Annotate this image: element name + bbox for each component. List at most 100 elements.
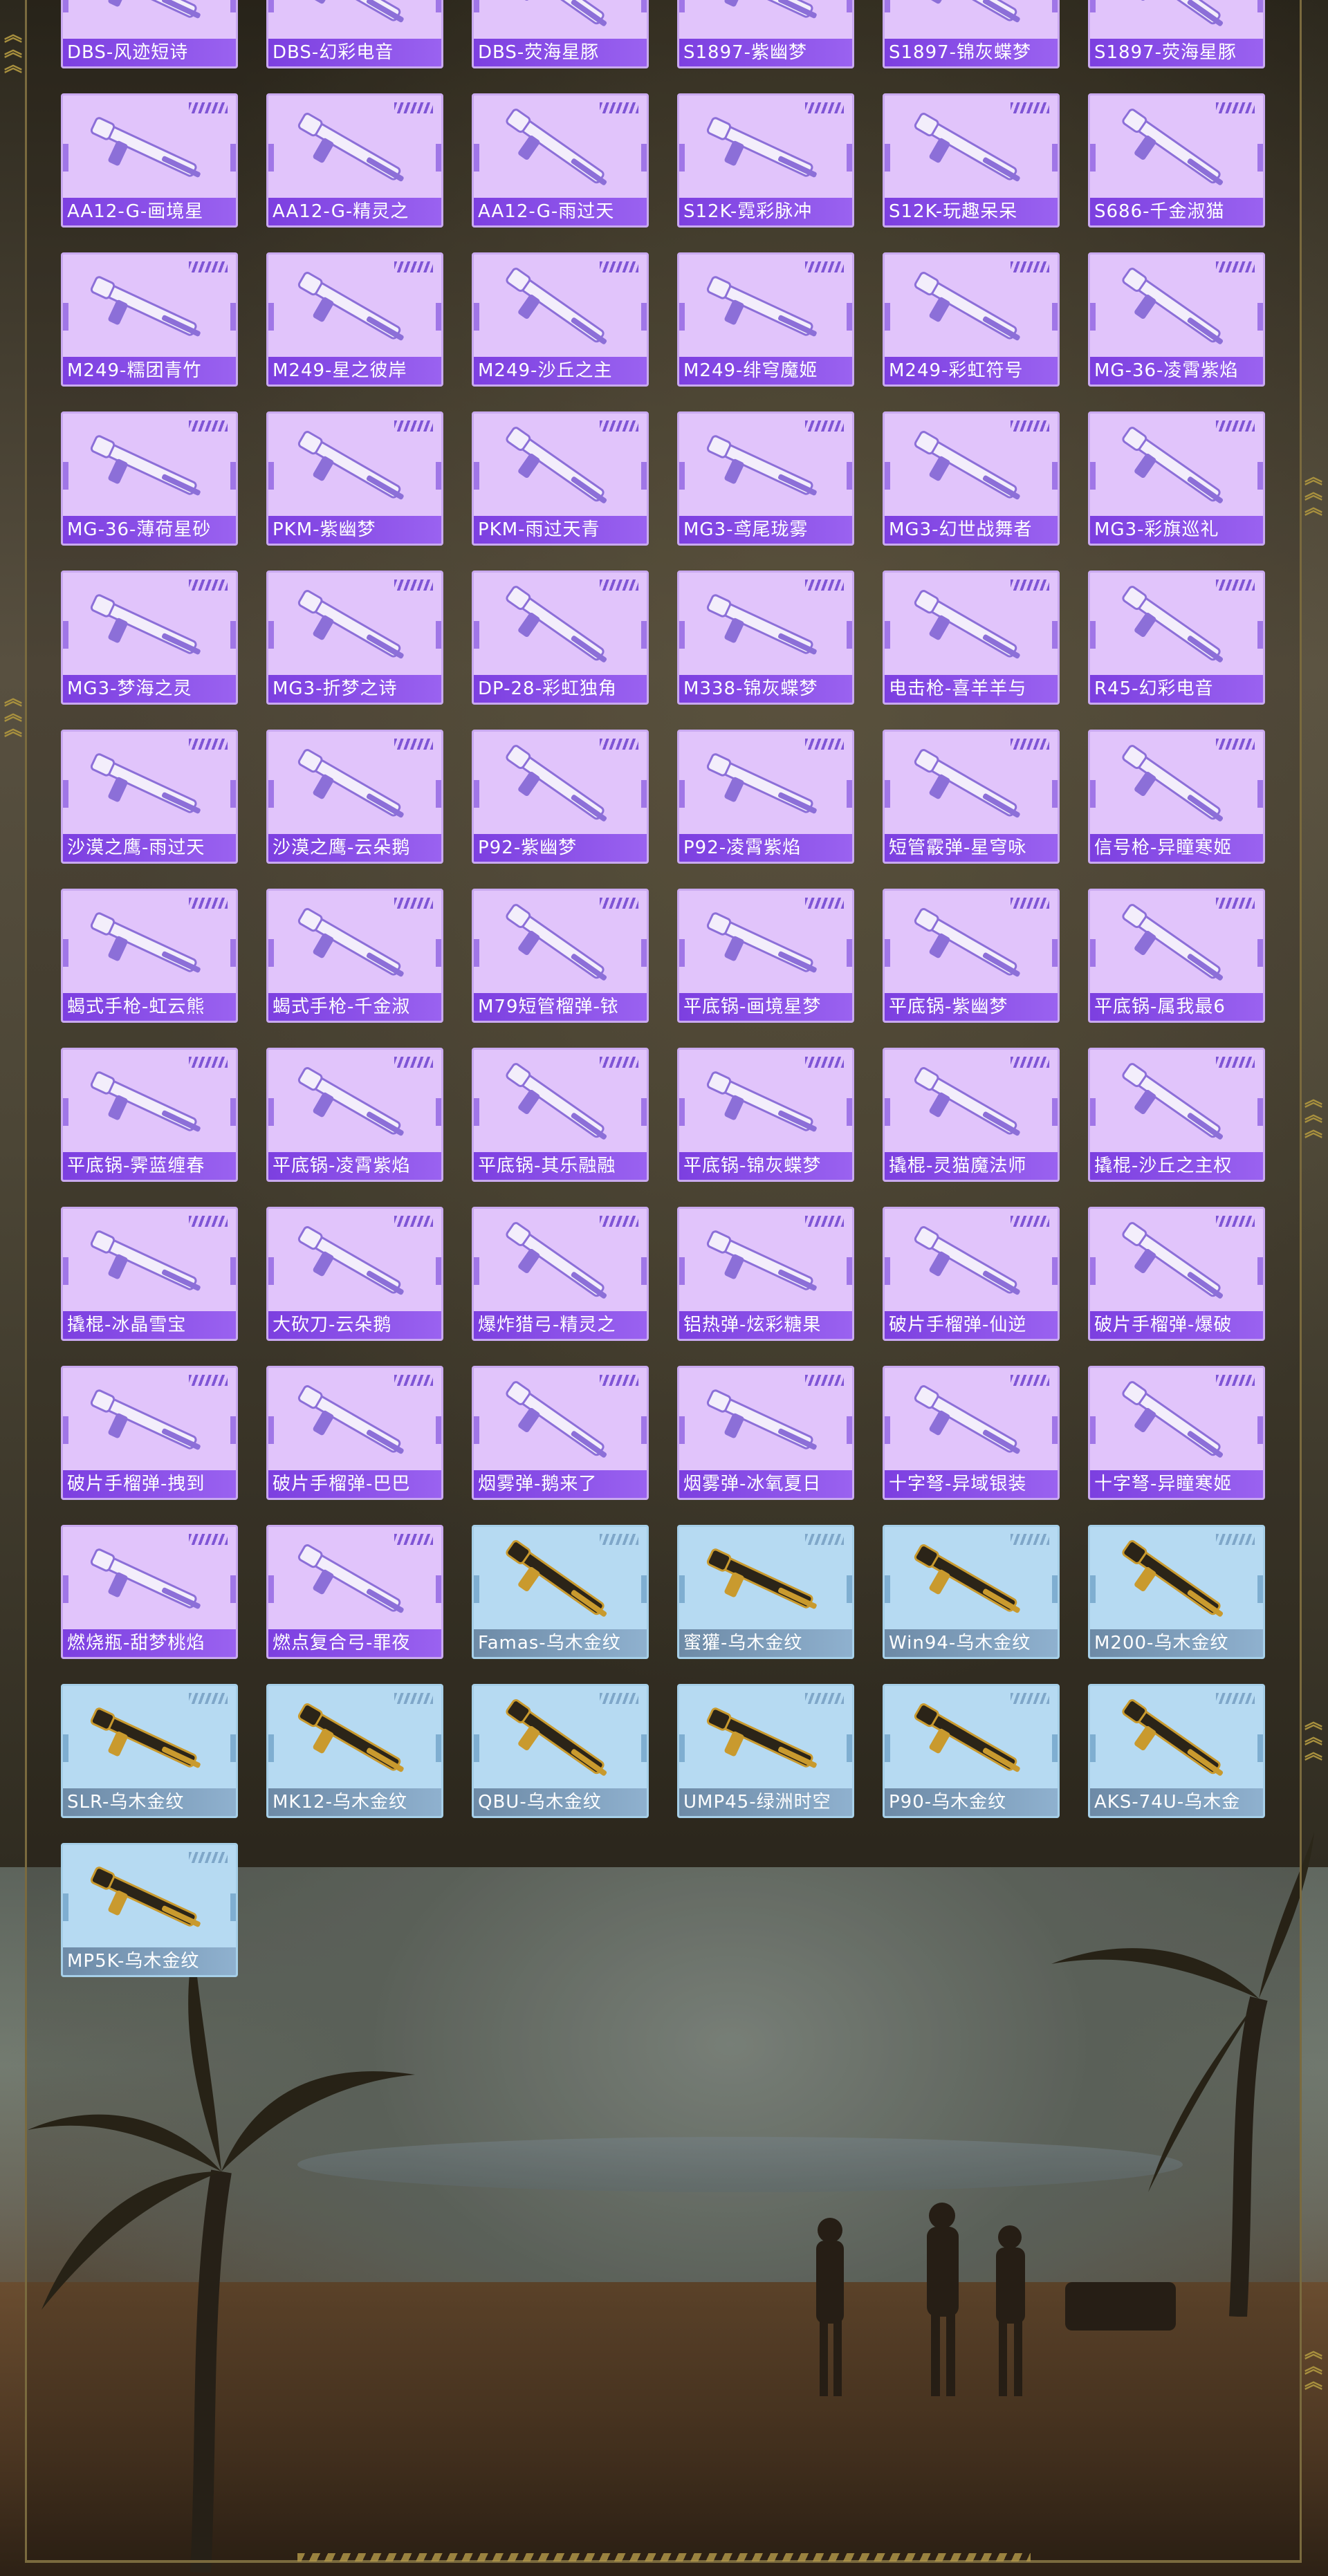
item-card[interactable]: PKM-紫幽梦 [266,411,443,546]
item-card[interactable]: 蝎式手枪-虹云熊 [61,889,238,1023]
item-card[interactable]: 蜜獾-乌木金纹 [677,1525,854,1659]
item-card[interactable]: QBU-乌木金纹 [472,1684,649,1818]
card-side-tab [63,0,68,12]
item-card[interactable]: 撬棍-灵猫魔法师 [883,1048,1060,1182]
item-card[interactable]: UMP45-绿洲时空 [677,1684,854,1818]
card-side-tab [268,462,274,490]
item-card[interactable]: AKS-74U-乌木金 [1088,1684,1265,1818]
item-name-label: 蜜獾-乌木金纹 [679,1629,852,1657]
card-side-tab [1090,1575,1096,1603]
weapon-icon [506,745,607,822]
item-card[interactable]: 破片手榴弹-拽到 [61,1366,238,1500]
item-card[interactable]: MP5K-乌木金纹 [61,1843,238,1977]
item-card[interactable]: 铝热弹-炫彩糖果 [677,1207,854,1341]
item-card[interactable]: 烟雾弹-鹅来了 [472,1366,649,1500]
item-card[interactable]: 短管霰弹-星穹咏 [883,730,1060,864]
item-card[interactable]: P92-紫幽梦 [472,730,649,864]
item-card[interactable]: 沙漠之鹰-雨过天 [61,730,238,864]
item-card[interactable]: 平底锅-锦灰蝶梦 [677,1048,854,1182]
item-card[interactable]: P90-乌木金纹 [883,1684,1060,1818]
item-card[interactable]: M249-星之彼岸 [266,252,443,387]
item-card[interactable]: AA12-G-画境星 [61,93,238,228]
card-side-tab [230,621,236,649]
item-card[interactable]: 蝎式手枪-千金淑 [266,889,443,1023]
item-card[interactable]: Famas-乌木金纹 [472,1525,649,1659]
card-side-tab [1257,939,1263,967]
item-card[interactable]: MG3-鸢尾珑雾 [677,411,854,546]
card-side-tab [474,144,479,172]
card-side-tab [474,1416,479,1444]
item-card[interactable]: MG3-幻世战舞者 [883,411,1060,546]
item-name-label: 平底锅-锦灰蝶梦 [679,1152,852,1180]
item-name-label: P92-凌霄紫焰 [679,834,852,862]
weapon-icon [706,1230,817,1291]
item-card[interactable]: 十字弩-异域银装 [883,1366,1060,1500]
item-card[interactable]: M249-绯穹魔姬 [677,252,854,387]
item-card[interactable]: S12K-霓彩脉冲 [677,93,854,228]
item-name-label: Win94-乌木金纹 [885,1629,1058,1657]
item-card[interactable]: 平底锅-霁蓝缠春 [61,1048,238,1182]
item-card[interactable]: Win94-乌木金纹 [883,1525,1060,1659]
item-card[interactable]: 沙漠之鹰-云朵鹅 [266,730,443,864]
item-card[interactable]: 电击枪-喜羊羊与 [883,571,1060,705]
item-card[interactable]: P92-凌霄紫焰 [677,730,854,864]
item-card[interactable]: M249-沙丘之主 [472,252,649,387]
card-side-tab [641,303,647,331]
item-card[interactable]: AA12-G-雨过天 [472,93,649,228]
item-card[interactable]: DBS-幻彩电音 [266,0,443,68]
item-card[interactable]: DBS-风迹短诗 [61,0,238,68]
card-side-tab [230,1734,236,1762]
item-card[interactable]: MG3-彩旗巡礼 [1088,411,1265,546]
item-card[interactable]: MG3-折梦之诗 [266,571,443,705]
item-card[interactable]: 破片手榴弹-爆破 [1088,1207,1265,1341]
item-card[interactable]: 平底锅-紫幽梦 [883,889,1060,1023]
item-card[interactable]: SLR-乌木金纹 [61,1684,238,1818]
item-card[interactable]: 平底锅-属我最6 [1088,889,1265,1023]
card-side-tab [679,1734,685,1762]
item-card[interactable]: 撬棍-冰晶雪宝 [61,1207,238,1341]
item-card[interactable]: M249-彩虹符号 [883,252,1060,387]
item-card[interactable]: PKM-雨过天青 [472,411,649,546]
item-card[interactable]: 燃烧瓶-甜梦桃焰 [61,1525,238,1659]
item-card[interactable]: 爆炸猎弓-精灵之 [472,1207,649,1341]
item-card[interactable]: 平底锅-画境星梦 [677,889,854,1023]
item-card[interactable]: MG-36-凌霄紫焰 [1088,252,1265,387]
item-card[interactable]: M200-乌木金纹 [1088,1525,1265,1659]
item-card[interactable]: S1897-荧海星豚 [1088,0,1265,68]
item-card[interactable]: 信号枪-异瞳寒姬 [1088,730,1265,864]
item-card[interactable]: S1897-紫幽梦 [677,0,854,68]
card-side-tab [474,1734,479,1762]
item-card[interactable]: 十字弩-异瞳寒姬 [1088,1366,1265,1500]
weapon-icon [90,753,201,814]
item-card[interactable]: DBS-荧海星豚 [472,0,649,68]
item-card[interactable]: 平底锅-其乐融融 [472,1048,649,1182]
item-card[interactable]: MG3-梦海之灵 [61,571,238,705]
item-card[interactable]: S12K-玩趣呆呆 [883,93,1060,228]
card-side-tab [641,1416,647,1444]
item-card[interactable]: DP-28-彩虹独角 [472,571,649,705]
item-card[interactable]: 撬棍-沙丘之主权 [1088,1048,1265,1182]
card-side-tab [641,0,647,12]
item-card[interactable]: 破片手榴弹-仙逆 [883,1207,1060,1341]
item-card[interactable]: S686-千金淑猫 [1088,93,1265,228]
item-card[interactable]: AA12-G-精灵之 [266,93,443,228]
item-card[interactable]: S1897-锦灰蝶梦 [883,0,1060,68]
item-card[interactable]: MG-36-薄荷星砂 [61,411,238,546]
card-side-tab [474,303,479,331]
card-side-tab [1257,780,1263,808]
item-card[interactable]: M79短管榴弹-铱 [472,889,649,1023]
item-card[interactable]: MK12-乌木金纹 [266,1684,443,1818]
item-card[interactable]: R45-幻彩电音 [1088,571,1265,705]
weapon-icon [297,431,404,500]
item-card[interactable]: 大砍刀-云朵鹅 [266,1207,443,1341]
item-card[interactable]: 平底锅-凌霄紫焰 [266,1048,443,1182]
card-side-tab [885,939,890,967]
item-card[interactable]: M338-锦灰蝶梦 [677,571,854,705]
item-card[interactable]: M249-糯团青竹 [61,252,238,387]
card-side-tab [847,1257,852,1285]
card-side-tab [641,939,647,967]
item-card[interactable]: 烟雾弹-冰氧夏日 [677,1366,854,1500]
item-card[interactable]: 燃点复合弓-罪夜 [266,1525,443,1659]
card-side-tab [1090,1734,1096,1762]
item-card[interactable]: 破片手榴弹-巴巴 [266,1366,443,1500]
